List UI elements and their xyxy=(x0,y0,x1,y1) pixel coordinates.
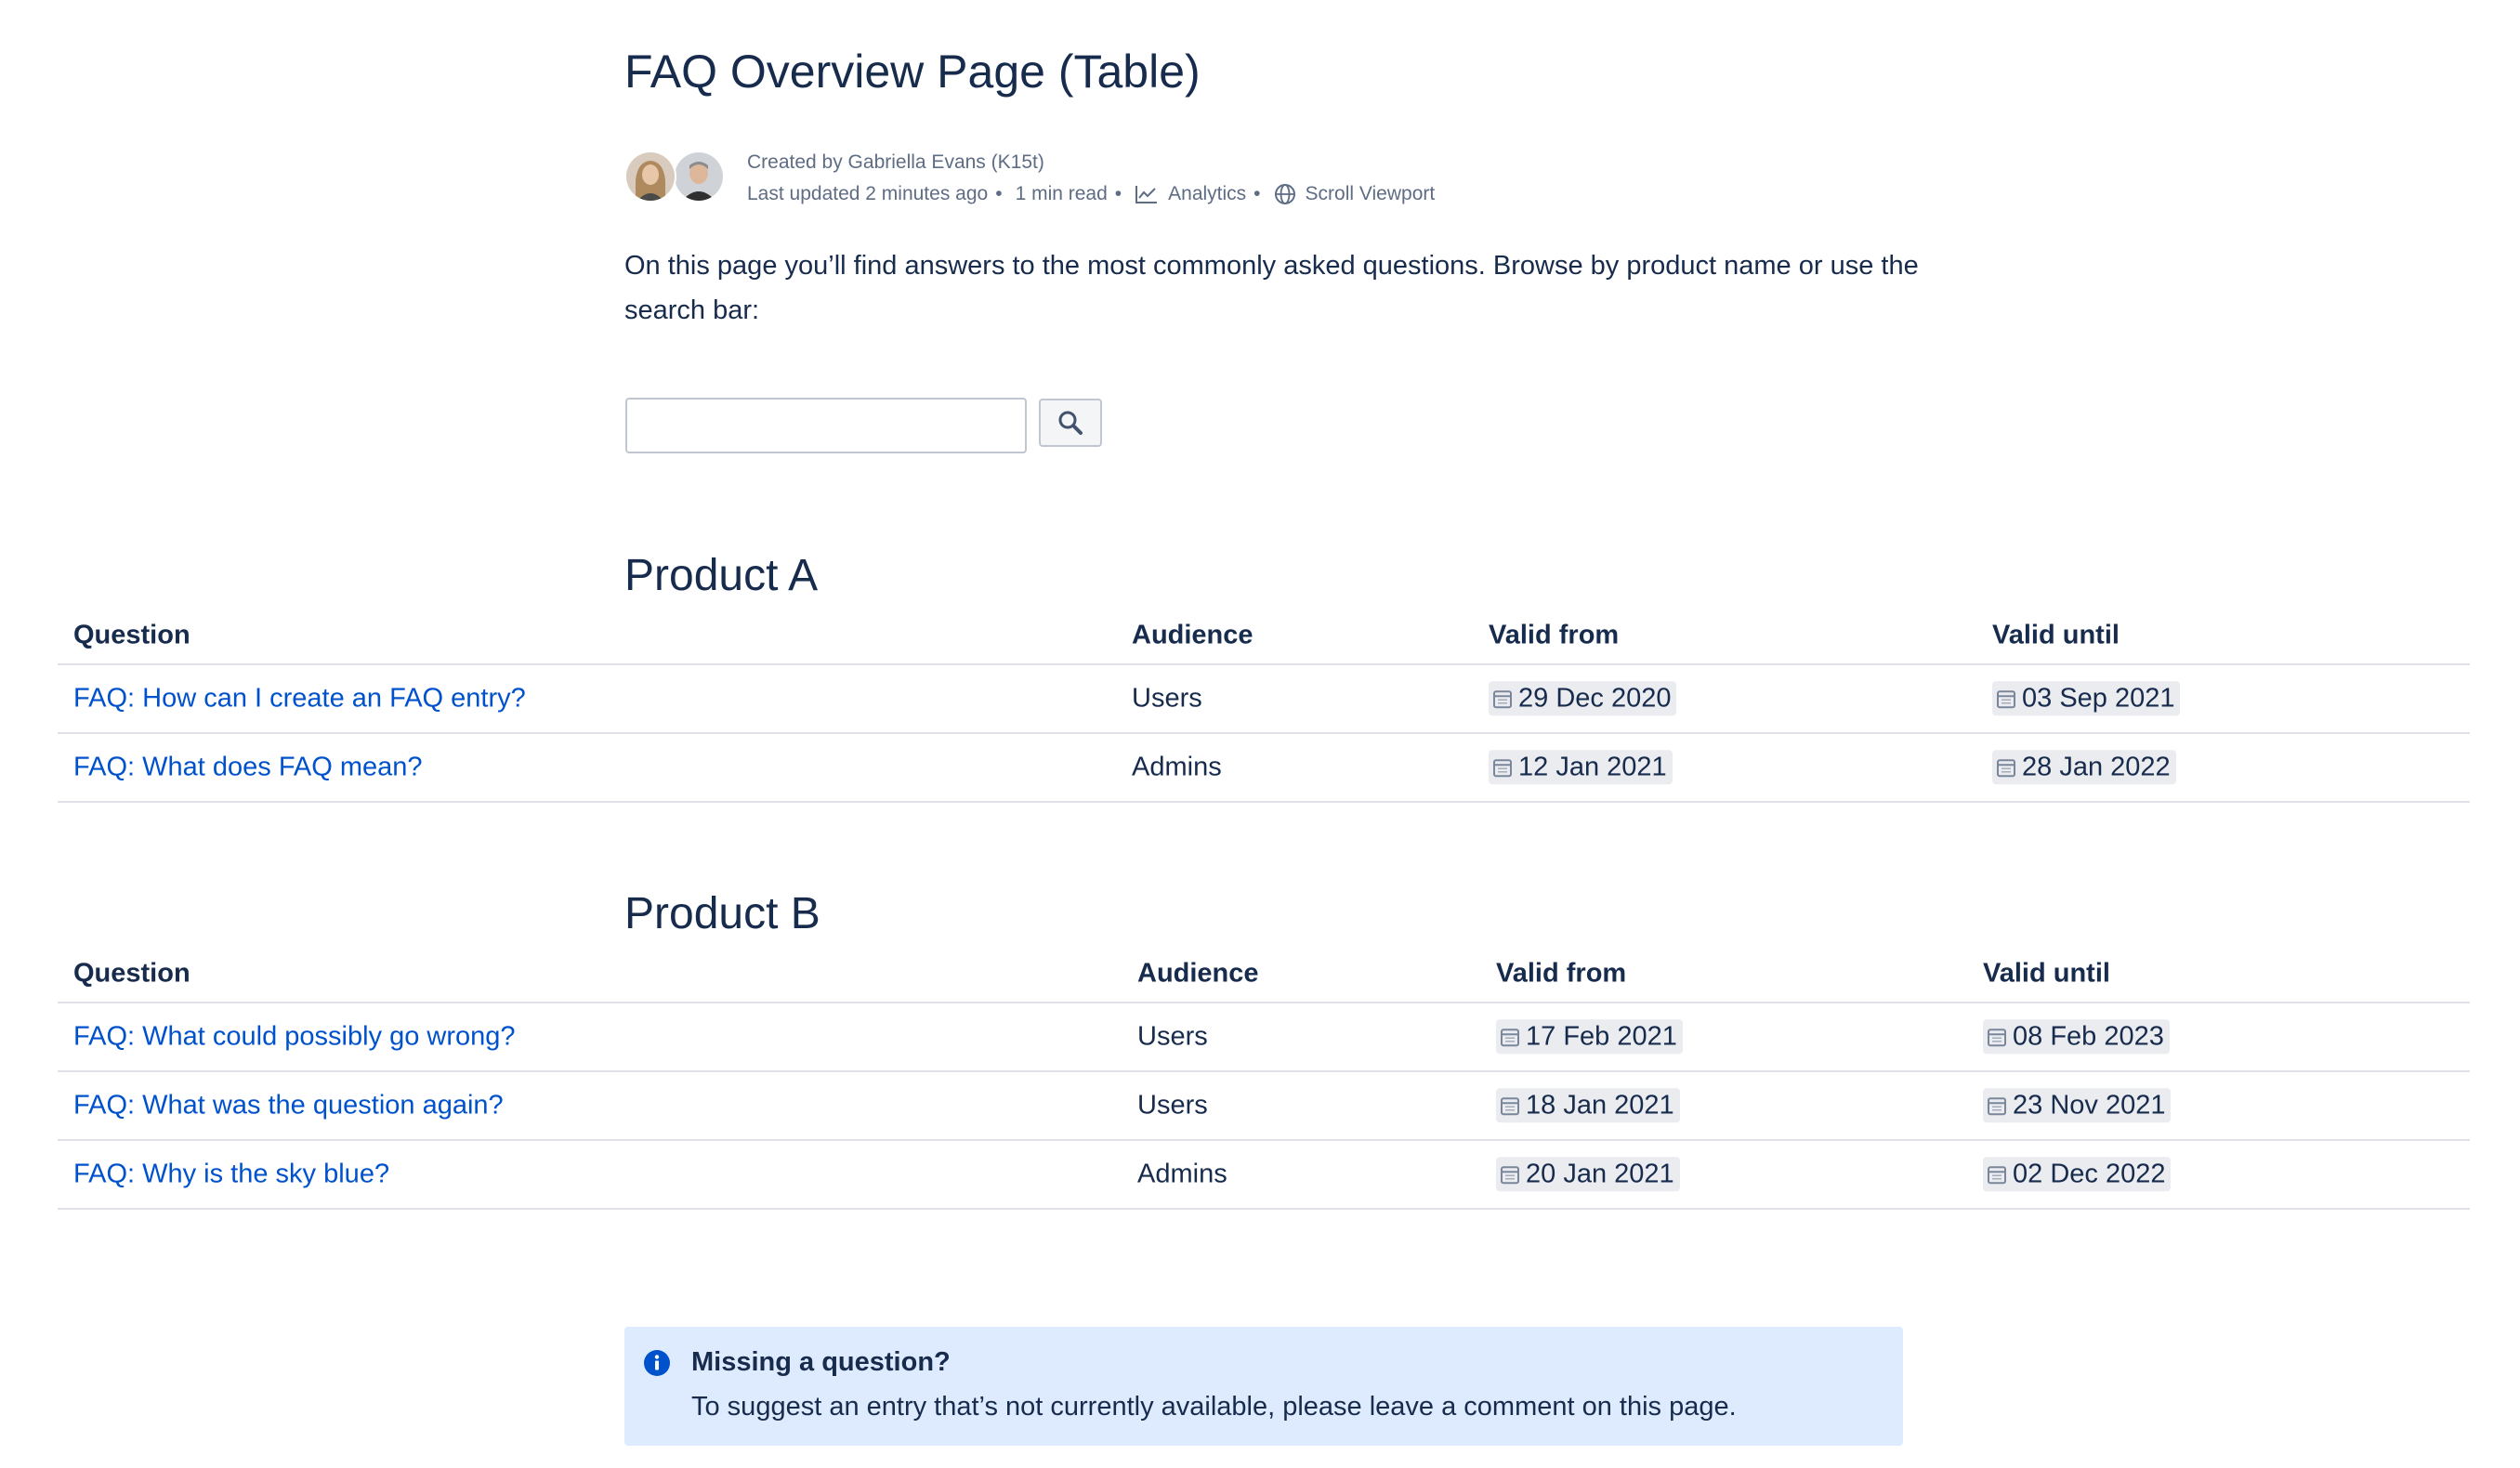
chart-line-icon xyxy=(1135,186,1158,203)
created-by: Created by Gabriella Evans (K15t) xyxy=(747,151,1044,173)
separator-dot: • xyxy=(1253,183,1261,204)
valid-from-cell: 18 Jan 2021 xyxy=(1496,1088,1680,1123)
table-row: FAQ: What was the question again? Users … xyxy=(58,1072,2470,1141)
avatar-image xyxy=(626,152,675,201)
date-text: 12 Jan 2021 xyxy=(1518,752,1667,782)
valid-from-cell: 29 Dec 2020 xyxy=(1489,681,1677,716)
globe-icon xyxy=(1274,184,1295,204)
faq-question-link[interactable]: FAQ: What was the question again? xyxy=(73,1091,504,1121)
info-panel: Missing a question? To suggest an entry … xyxy=(624,1327,1903,1446)
valid-until-cell: 28 Jan 2022 xyxy=(1992,750,2176,785)
calendar-icon xyxy=(1501,1165,1519,1184)
faq-question-link[interactable]: FAQ: How can I create an FAQ entry? xyxy=(73,684,526,714)
column-header-valid-until: Valid until xyxy=(1983,958,2110,989)
date-text: 28 Jan 2022 xyxy=(2022,752,2171,782)
byline-meta-row: Last updated 2 minutes ago • 1 min read … xyxy=(747,178,1435,210)
valid-until-cell: 08 Feb 2023 xyxy=(1983,1019,2170,1055)
valid-from-cell: 12 Jan 2021 xyxy=(1489,750,1673,785)
last-updated[interactable]: Last updated 2 minutes ago xyxy=(747,178,988,210)
column-header-audience: Audience xyxy=(1132,620,1253,650)
valid-until-cell: 23 Nov 2021 xyxy=(1983,1088,2172,1123)
calendar-icon xyxy=(1493,758,1512,777)
search-button[interactable] xyxy=(1039,399,1102,447)
audience-cell: Admins xyxy=(1137,1159,1227,1189)
avatar[interactable] xyxy=(624,151,676,203)
info-panel-body: To suggest an entry that’s not currently… xyxy=(691,1392,1737,1422)
separator-dot: • xyxy=(1114,183,1122,204)
separator-dot: • xyxy=(995,183,1003,204)
search-input[interactable] xyxy=(625,398,1027,453)
date-lozenge[interactable]: 18 Jan 2021 xyxy=(1496,1088,1680,1123)
analytics-label: Analytics xyxy=(1168,183,1247,204)
section-heading-product-a: Product A xyxy=(624,551,819,600)
date-lozenge[interactable]: 03 Sep 2021 xyxy=(1992,681,2181,716)
faq-question-link[interactable]: FAQ: What could possibly go wrong? xyxy=(73,1022,516,1053)
column-header-valid-until: Valid until xyxy=(1992,620,2120,650)
date-text: 02 Dec 2022 xyxy=(2013,1159,2166,1189)
audience-cell: Users xyxy=(1132,683,1202,714)
column-header-question: Question xyxy=(73,958,190,989)
faq-question-link[interactable]: FAQ: What does FAQ mean? xyxy=(73,753,423,783)
date-lozenge[interactable]: 29 Dec 2020 xyxy=(1489,681,1677,716)
date-text: 08 Feb 2023 xyxy=(2013,1021,2164,1052)
valid-until-cell: 03 Sep 2021 xyxy=(1992,681,2181,716)
date-text: 29 Dec 2020 xyxy=(1518,683,1672,714)
column-header-audience: Audience xyxy=(1137,958,1259,989)
date-lozenge[interactable]: 12 Jan 2021 xyxy=(1489,750,1673,785)
column-header-valid-from: Valid from xyxy=(1496,958,1627,989)
info-icon xyxy=(644,1350,670,1376)
read-time: 1 min read xyxy=(1015,183,1108,204)
page-title: FAQ Overview Page (Table) xyxy=(624,46,1201,98)
info-panel-title: Missing a question? xyxy=(691,1347,951,1377)
table-header-row: Question Audience Valid from Valid until xyxy=(58,946,2470,1003)
table-row: FAQ: Why is the sky blue? Admins 20 Jan … xyxy=(58,1141,2470,1210)
valid-from-cell: 17 Feb 2021 xyxy=(1496,1019,1683,1055)
table-row: FAQ: What could possibly go wrong? Users… xyxy=(58,1003,2470,1072)
avatar[interactable] xyxy=(673,151,725,203)
date-text: 17 Feb 2021 xyxy=(1526,1021,1677,1052)
date-lozenge[interactable]: 28 Jan 2022 xyxy=(1992,750,2176,785)
date-lozenge[interactable]: 17 Feb 2021 xyxy=(1496,1019,1683,1055)
table-header-row: Question Audience Valid from Valid until xyxy=(58,608,2470,665)
faq-question-link[interactable]: FAQ: Why is the sky blue? xyxy=(73,1160,389,1190)
calendar-icon xyxy=(1997,758,2015,777)
analytics-link[interactable]: Analytics xyxy=(1135,178,1246,210)
calendar-icon xyxy=(1997,689,2015,708)
date-text: 20 Jan 2021 xyxy=(1526,1159,1674,1189)
search-icon xyxy=(1058,411,1083,435)
avatar-image xyxy=(675,152,723,201)
date-lozenge[interactable]: 02 Dec 2022 xyxy=(1983,1157,2172,1192)
calendar-icon xyxy=(1501,1028,1519,1046)
date-lozenge[interactable]: 08 Feb 2023 xyxy=(1983,1019,2170,1055)
calendar-icon xyxy=(1988,1165,2006,1184)
byline-text: Created by Gabriella Evans (K15t) Last u… xyxy=(747,147,1435,210)
valid-from-cell: 20 Jan 2021 xyxy=(1496,1157,1680,1192)
audience-cell: Admins xyxy=(1132,752,1222,782)
date-lozenge[interactable]: 20 Jan 2021 xyxy=(1496,1157,1680,1192)
audience-cell: Users xyxy=(1137,1090,1208,1121)
scroll-viewport-label: Scroll Viewport xyxy=(1305,183,1436,204)
calendar-icon xyxy=(1988,1096,2006,1115)
calendar-icon xyxy=(1501,1096,1519,1115)
date-text: 23 Nov 2021 xyxy=(2013,1090,2166,1121)
calendar-icon xyxy=(1988,1028,2006,1046)
audience-cell: Users xyxy=(1137,1021,1208,1052)
faq-table-product-a: Question Audience Valid from Valid until… xyxy=(58,608,2470,803)
date-text: 03 Sep 2021 xyxy=(2022,683,2175,714)
date-lozenge[interactable]: 23 Nov 2021 xyxy=(1983,1088,2172,1123)
valid-until-cell: 02 Dec 2022 xyxy=(1983,1157,2172,1192)
calendar-icon xyxy=(1493,689,1512,708)
table-row: FAQ: What does FAQ mean? Admins 12 Jan 2… xyxy=(58,734,2470,803)
section-heading-product-b: Product B xyxy=(624,889,820,938)
intro-text: On this page you’ll find answers to the … xyxy=(624,251,1919,325)
faq-table-product-b: Question Audience Valid from Valid until… xyxy=(58,946,2470,1210)
scroll-viewport-link[interactable]: Scroll Viewport xyxy=(1274,178,1436,210)
date-text: 18 Jan 2021 xyxy=(1526,1090,1674,1121)
column-header-valid-from: Valid from xyxy=(1489,620,1620,650)
table-row: FAQ: How can I create an FAQ entry? User… xyxy=(58,665,2470,734)
column-header-question: Question xyxy=(73,620,190,650)
